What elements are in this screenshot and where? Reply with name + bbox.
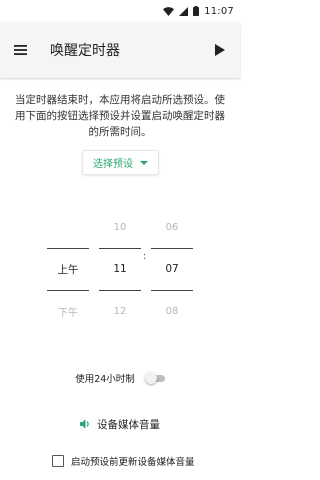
caret-down-icon xyxy=(140,160,148,165)
picker-divider xyxy=(151,248,193,249)
picker-divider xyxy=(99,290,141,291)
update-volume-label: 启动预设前更新设备媒体音量 xyxy=(71,457,195,468)
select-preset-label: 选择预设 xyxy=(93,159,133,170)
ampm-below[interactable]: 下午 xyxy=(47,290,89,332)
picker-divider xyxy=(151,290,193,291)
battery-icon xyxy=(193,6,200,16)
ampm-selected[interactable]: 上午 xyxy=(47,248,89,290)
description-text: 当定时器结束时，本应用将启动所选预设。使用下面的按钮选择预设并设置启动唤醒定时器… xyxy=(15,94,225,138)
media-volume-button[interactable]: 设备媒体音量 xyxy=(0,416,240,432)
ampm-above[interactable] xyxy=(47,206,89,248)
play-icon xyxy=(215,44,225,56)
media-volume-label: 设备媒体音量 xyxy=(97,418,160,431)
page-title: 唤醒定时器 xyxy=(50,43,120,59)
hamburger-menu-icon xyxy=(13,45,27,55)
minute-below[interactable]: 08 xyxy=(151,290,193,332)
status-bar: 11:07 xyxy=(0,0,240,22)
select-preset-button[interactable]: 选择预设 xyxy=(82,150,159,175)
picker-divider xyxy=(47,248,89,249)
hour-above[interactable]: 10 xyxy=(99,206,141,248)
ampm-picker[interactable]: 上午 下午 xyxy=(47,206,89,332)
use-24h-label: 使用24小时制 xyxy=(75,374,135,385)
update-volume-checkbox[interactable] xyxy=(52,455,64,467)
cell-signal-icon xyxy=(179,6,189,16)
app-bar: 唤醒定时器 xyxy=(0,22,240,78)
picker-divider xyxy=(99,248,141,249)
use-24h-toggle[interactable] xyxy=(144,372,165,384)
minute-above[interactable]: 06 xyxy=(151,206,193,248)
picker-divider xyxy=(47,290,89,291)
wifi-icon xyxy=(163,6,175,16)
volume-icon xyxy=(80,419,89,429)
hour-below[interactable]: 12 xyxy=(99,290,141,332)
menu-button[interactable] xyxy=(0,22,40,78)
hour-selected[interactable]: 11 xyxy=(99,248,141,290)
use-24h-row: 使用24小时制 xyxy=(0,370,240,386)
status-time: 11:07 xyxy=(204,5,234,17)
update-volume-row[interactable]: 启动预设前更新设备媒体音量 xyxy=(52,454,195,468)
start-timer-button[interactable] xyxy=(200,22,240,78)
time-separator: : xyxy=(143,251,147,262)
toggle-thumb xyxy=(144,372,157,384)
minute-picker[interactable]: 06 07 08 xyxy=(151,206,193,332)
minute-selected[interactable]: 07 xyxy=(151,248,193,290)
hour-picker[interactable]: 10 11 12 xyxy=(99,206,141,332)
